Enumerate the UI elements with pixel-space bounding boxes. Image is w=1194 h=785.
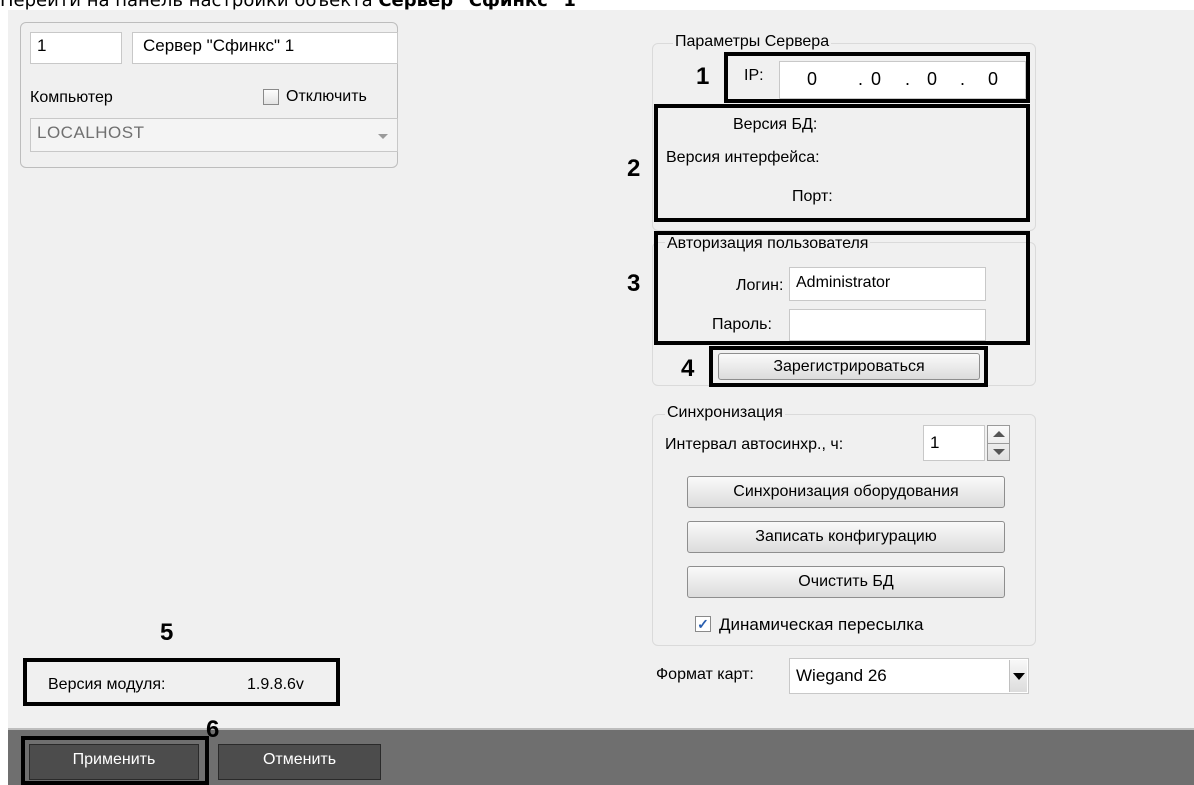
sync-title: Синхронизация: [665, 404, 785, 422]
ip-dot: .: [858, 69, 864, 89]
disable-checkbox[interactable]: [263, 89, 279, 105]
ip-label: IP:: [744, 67, 764, 84]
server-params-title: Параметры Сервера: [673, 33, 832, 51]
object-id-field[interactable]: 1: [30, 32, 122, 64]
interval-input[interactable]: 1: [923, 425, 985, 461]
cancel-button[interactable]: Отменить: [218, 744, 381, 780]
port-label: Порт:: [792, 188, 833, 205]
highlight-apply: [21, 736, 209, 785]
chevron-down-icon: [378, 134, 388, 139]
spinner-divider: [988, 443, 1009, 444]
module-version-value: 1.9.8.6v: [247, 676, 304, 693]
login-input[interactable]: Administrator: [789, 267, 986, 301]
interface-version-label: Версия интерфейса:: [666, 149, 820, 166]
ip-octet-2: 0: [871, 69, 882, 89]
password-label: Пароль:: [712, 316, 772, 333]
computer-select[interactable]: LOCALHOST: [30, 118, 398, 152]
auth-title: Авторизация пользователя: [665, 235, 871, 253]
marker-5: 5: [160, 619, 174, 646]
marker-3: 3: [627, 270, 641, 297]
card-format-value: Wiegand 26: [796, 666, 887, 685]
computer-label: Компьютер: [30, 89, 113, 106]
write-config-button[interactable]: Записать конфигурацию: [687, 521, 1005, 553]
interval-label: Интервал автосинхр., ч:: [665, 436, 844, 453]
password-input[interactable]: [789, 309, 986, 341]
marker-1: 1: [696, 63, 710, 90]
interval-spinner[interactable]: [987, 425, 1010, 461]
ip-dot: .: [960, 69, 966, 89]
marker-4: 4: [681, 355, 695, 382]
disable-label: Отключить: [286, 88, 367, 105]
object-name-field[interactable]: Сервер "Сфинкс" 1: [132, 32, 398, 64]
chevron-down-icon[interactable]: [993, 449, 1005, 455]
register-button[interactable]: Зарегистрироваться: [718, 353, 980, 380]
ip-dot: .: [905, 69, 911, 89]
sync-hardware-button[interactable]: Синхронизация оборудования: [687, 476, 1005, 508]
card-format-select[interactable]: Wiegand 26: [789, 658, 1029, 694]
clear-db-button[interactable]: Очистить БД: [687, 566, 1005, 598]
chevron-down-icon: [1013, 673, 1025, 680]
dynamic-forwarding-checkbox[interactable]: ✓: [695, 616, 711, 632]
login-label: Логин:: [736, 277, 784, 294]
ip-octet-4: 0: [988, 69, 999, 89]
card-format-dropdown[interactable]: [1009, 660, 1027, 692]
chevron-up-icon[interactable]: [993, 431, 1005, 437]
ip-octet-3: 0: [927, 69, 938, 89]
marker-2: 2: [627, 155, 641, 182]
card-format-label: Формат карт:: [656, 666, 754, 683]
ip-octet-1: 0: [807, 69, 818, 89]
module-version-label: Версия модуля:: [48, 676, 166, 693]
computer-select-value: LOCALHOST: [37, 123, 145, 142]
db-version-label: Версия БД:: [733, 116, 818, 133]
ip-address-field[interactable]: 0 . 0 . 0 . 0: [779, 61, 1026, 99]
dynamic-forwarding-label: Динамическая пересылка: [719, 615, 924, 634]
